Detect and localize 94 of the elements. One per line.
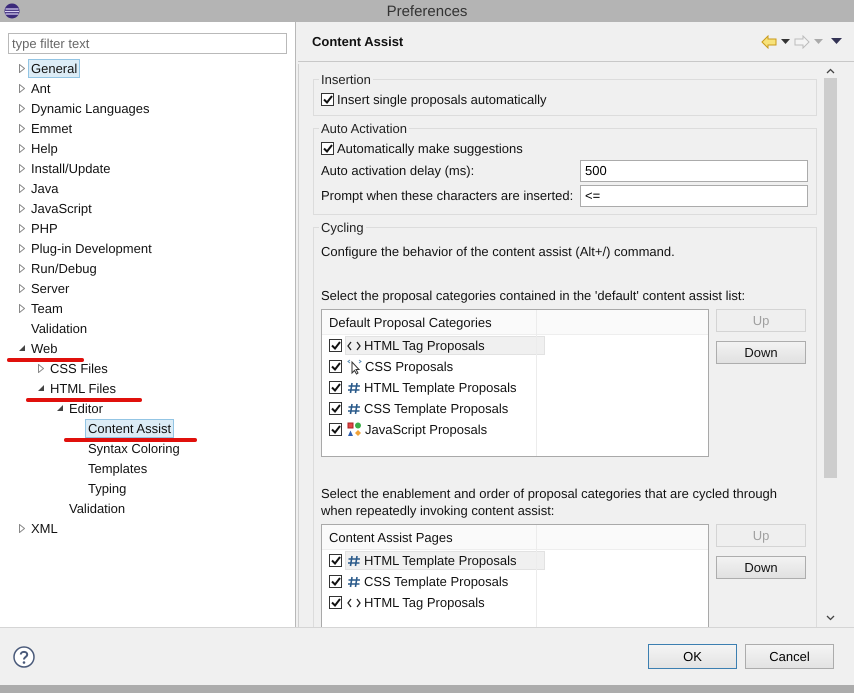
collapsed-arrow-icon[interactable] xyxy=(19,284,25,292)
tree-item[interactable]: Emmet xyxy=(28,118,76,138)
collapsed-arrow-icon[interactable] xyxy=(19,244,25,252)
checkbox[interactable] xyxy=(329,423,342,436)
expanded-arrow-icon[interactable] xyxy=(38,385,44,391)
collapsed-arrow-icon[interactable] xyxy=(19,264,25,272)
tree-item[interactable]: CSS Files xyxy=(47,358,111,378)
collapsed-arrow-icon[interactable] xyxy=(19,84,25,92)
collapsed-arrow-icon[interactable] xyxy=(19,524,25,532)
field-label: Auto activation delay (ms): xyxy=(321,163,476,178)
scroll-up-icon[interactable] xyxy=(826,68,835,74)
checkbox[interactable] xyxy=(321,142,334,154)
input-field[interactable]: 500 xyxy=(580,160,808,182)
tree-item[interactable]: Server xyxy=(28,278,72,298)
scrollbar-thumb[interactable] xyxy=(824,78,837,478)
tree-item[interactable]: Run/Debug xyxy=(28,258,100,278)
hash-icon xyxy=(347,382,361,394)
collapsed-arrow-icon[interactable] xyxy=(19,144,25,152)
proposal-item[interactable]: HTML Tag Proposals xyxy=(345,593,545,612)
checkbox-label[interactable]: Insert single proposals automatically xyxy=(337,92,547,106)
tree-item[interactable]: Web xyxy=(28,338,60,358)
hash-icon xyxy=(347,402,361,414)
collapsed-arrow-icon[interactable] xyxy=(19,124,25,132)
collapsed-arrow-icon[interactable] xyxy=(19,164,25,172)
list-caption: Select the proposal categories contained in the 'default' content assist list: xyxy=(321,287,746,304)
expanded-arrow-icon[interactable] xyxy=(57,405,63,411)
collapsed-arrow-icon[interactable] xyxy=(19,204,25,212)
checkbox[interactable] xyxy=(321,92,334,106)
tree-item[interactable]: Ant xyxy=(28,78,54,98)
collapsed-arrow-icon[interactable] xyxy=(38,364,44,372)
tree-item[interactable]: Dynamic Languages xyxy=(28,98,153,118)
collapsed-arrow-icon[interactable] xyxy=(19,64,25,72)
proposal-item[interactable]: HTML Template Proposals xyxy=(345,378,545,397)
field-label: Prompt when these characters are inserted: xyxy=(321,188,574,203)
cursor-icon xyxy=(347,358,362,374)
group-title: Auto Activation xyxy=(320,121,408,136)
checkbox-label[interactable]: Automatically make suggestions xyxy=(337,140,523,156)
checkbox[interactable] xyxy=(329,360,342,373)
proposal-item[interactable]: CSS Template Proposals xyxy=(345,399,545,418)
tree-item[interactable]: PHP xyxy=(28,218,61,238)
collapsed-arrow-icon[interactable] xyxy=(19,224,25,232)
proposal-item[interactable]: HTML Template Proposals xyxy=(345,551,545,570)
hash-icon xyxy=(347,576,361,588)
tree-item[interactable]: Templates xyxy=(85,458,150,478)
move-down-button[interactable]: Down xyxy=(716,341,806,364)
checkbox[interactable] xyxy=(329,381,342,394)
tree-item[interactable]: Plug-in Development xyxy=(28,238,155,258)
collapsed-arrow-icon[interactable] xyxy=(19,304,25,312)
proposal-item[interactable]: CSS Proposals xyxy=(345,357,545,376)
checkbox[interactable] xyxy=(329,596,342,609)
ok-button[interactable]: OK xyxy=(648,644,737,669)
window-title: Preferences xyxy=(386,2,468,20)
tree-item[interactable]: HTML Files xyxy=(47,378,119,398)
checkbox[interactable] xyxy=(329,554,342,567)
group-title: Insertion xyxy=(320,72,372,87)
expanded-arrow-icon[interactable] xyxy=(19,345,25,351)
help-icon[interactable] xyxy=(13,646,35,668)
proposal-item[interactable]: HTML Tag Proposals xyxy=(345,336,545,355)
page-title: Content Assist xyxy=(312,34,404,49)
filter-field[interactable]: type filter text xyxy=(8,33,287,54)
tree-item[interactable]: Validation xyxy=(28,318,90,338)
column-header[interactable]: Content Assist Pages xyxy=(329,530,453,544)
tree-item[interactable]: Typing xyxy=(85,478,130,498)
shapes-icon xyxy=(347,422,362,437)
hash-icon xyxy=(347,554,361,566)
checkbox[interactable] xyxy=(329,402,342,415)
move-down-button[interactable]: Down xyxy=(716,556,806,579)
tree-item[interactable]: JavaScript xyxy=(28,198,95,218)
scroll-down-icon[interactable] xyxy=(826,615,835,621)
tree-item[interactable]: General xyxy=(28,58,80,78)
tree-item[interactable]: Syntax Coloring xyxy=(85,438,183,458)
dropdown-icon[interactable] xyxy=(781,38,790,44)
tree-item[interactable]: XML xyxy=(28,518,61,538)
group-title: Cycling xyxy=(320,220,365,235)
tree-item[interactable]: Validation xyxy=(66,498,128,518)
checkbox[interactable] xyxy=(329,575,342,588)
tag-icon xyxy=(347,598,361,608)
proposal-item[interactable]: JavaScript Proposals xyxy=(345,420,545,439)
tree-item[interactable]: Install/Update xyxy=(28,158,114,178)
cancel-button[interactable]: Cancel xyxy=(745,644,834,669)
collapsed-arrow-icon[interactable] xyxy=(19,104,25,112)
tag-icon xyxy=(347,340,361,350)
tree-item[interactable]: Editor xyxy=(66,398,106,418)
tree-item[interactable]: Help xyxy=(28,138,61,158)
tree-item[interactable]: Team xyxy=(28,298,66,318)
tree-item[interactable]: Java xyxy=(28,178,62,198)
menu-icon[interactable] xyxy=(831,38,842,45)
proposal-item[interactable]: CSS Template Proposals xyxy=(345,572,545,591)
input-field[interactable]: <= xyxy=(580,184,808,206)
checkbox[interactable] xyxy=(329,339,342,352)
list-caption: Select the enablement and order of proposal categories that are cycled through when repeatedly invoking content assist: xyxy=(321,485,778,519)
description-text: Configure the behavior of the content assist (Alt+/) command. xyxy=(321,243,676,261)
collapsed-arrow-icon[interactable] xyxy=(19,184,25,192)
app-icon xyxy=(4,3,20,19)
